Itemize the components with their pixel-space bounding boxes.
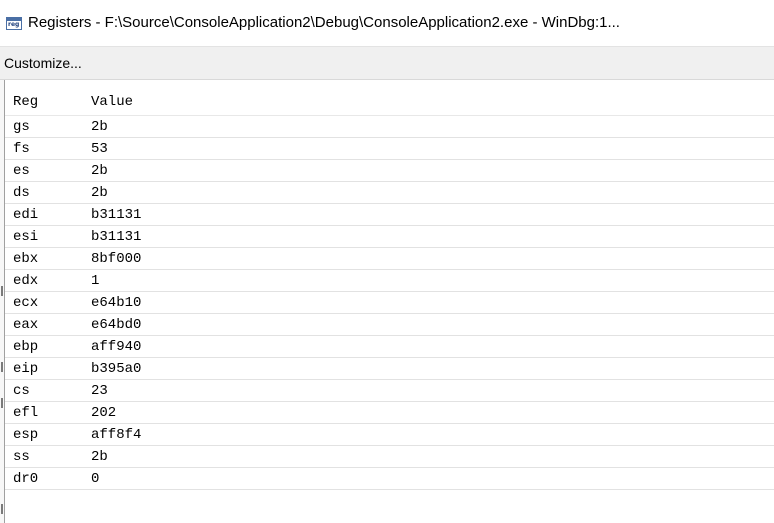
- register-row-es[interactable]: es 2b: [5, 160, 774, 182]
- register-value[interactable]: aff8f4: [91, 427, 141, 443]
- register-row-esp[interactable]: esp aff8f4: [5, 424, 774, 446]
- register-name: ds: [13, 185, 30, 201]
- register-name: edi: [13, 207, 39, 223]
- register-name: fs: [13, 141, 30, 157]
- register-value[interactable]: aff940: [91, 339, 141, 355]
- register-value[interactable]: 23: [91, 383, 108, 399]
- register-value[interactable]: e64bd0: [91, 317, 141, 333]
- register-value[interactable]: 2b: [91, 185, 108, 201]
- register-row-efl[interactable]: efl 202: [5, 402, 774, 424]
- register-name: eip: [13, 361, 39, 377]
- register-row-esi[interactable]: esi b31131: [5, 226, 774, 248]
- register-value[interactable]: 2b: [91, 449, 108, 465]
- register-row-edx[interactable]: edx 1: [5, 270, 774, 292]
- register-row-gs[interactable]: gs 2b: [5, 116, 774, 138]
- registers-icon: reg: [6, 17, 22, 30]
- register-value[interactable]: 1: [91, 273, 99, 289]
- register-row-cs[interactable]: cs 23: [5, 380, 774, 402]
- register-row-eax[interactable]: eax e64bd0: [5, 314, 774, 336]
- register-row-eip[interactable]: eip b395a0: [5, 358, 774, 380]
- register-name: esp: [13, 427, 39, 443]
- register-row-ds[interactable]: ds 2b: [5, 182, 774, 204]
- register-name: edx: [13, 273, 39, 289]
- register-row-dr0[interactable]: dr0 0: [5, 468, 774, 490]
- register-name: ss: [13, 449, 30, 465]
- register-row-ss[interactable]: ss 2b: [5, 446, 774, 468]
- register-row-fs[interactable]: fs 53: [5, 138, 774, 160]
- registers-grid[interactable]: Reg Value gs 2b fs 53 es 2b ds 2b edi b31131 esi b3…: [4, 80, 774, 523]
- toolbar: Customize...: [0, 46, 774, 80]
- register-name: eax: [13, 317, 39, 333]
- register-row-ebx[interactable]: ebx 8bf000: [5, 248, 774, 270]
- edge-mark: [1, 362, 3, 372]
- register-value[interactable]: 8bf000: [91, 251, 141, 267]
- edge-mark: [1, 286, 3, 296]
- register-value[interactable]: 202: [91, 405, 116, 421]
- window-title: Registers - F:\Source\ConsoleApplication…: [28, 14, 620, 31]
- customize-button[interactable]: Customize...: [2, 54, 84, 72]
- register-value[interactable]: 2b: [91, 163, 108, 179]
- register-value[interactable]: 0: [91, 471, 99, 487]
- register-row-ebp[interactable]: ebp aff940: [5, 336, 774, 358]
- register-value[interactable]: b31131: [91, 207, 141, 223]
- register-value[interactable]: b395a0: [91, 361, 141, 377]
- register-name: efl: [13, 405, 39, 421]
- register-value[interactable]: 2b: [91, 119, 108, 135]
- register-row-ecx[interactable]: ecx e64b10: [5, 292, 774, 314]
- register-name: dr0: [13, 471, 39, 487]
- title-bar[interactable]: reg Registers - F:\Source\ConsoleApplica…: [0, 0, 774, 46]
- register-value[interactable]: 53: [91, 141, 108, 157]
- register-name: ebx: [13, 251, 39, 267]
- registers-icon-text: reg: [8, 21, 20, 28]
- register-name: es: [13, 163, 30, 179]
- edge-mark: [1, 398, 3, 408]
- edge-mark: [1, 504, 3, 514]
- column-header-row: Reg Value: [5, 88, 774, 116]
- register-name: cs: [13, 383, 30, 399]
- column-header-reg[interactable]: Reg: [13, 94, 38, 110]
- register-value[interactable]: b31131: [91, 229, 141, 245]
- register-value[interactable]: e64b10: [91, 295, 141, 311]
- register-name: gs: [13, 119, 30, 135]
- column-header-value[interactable]: Value: [91, 94, 133, 110]
- register-row-edi[interactable]: edi b31131: [5, 204, 774, 226]
- register-name: ecx: [13, 295, 39, 311]
- register-name: ebp: [13, 339, 39, 355]
- register-name: esi: [13, 229, 39, 245]
